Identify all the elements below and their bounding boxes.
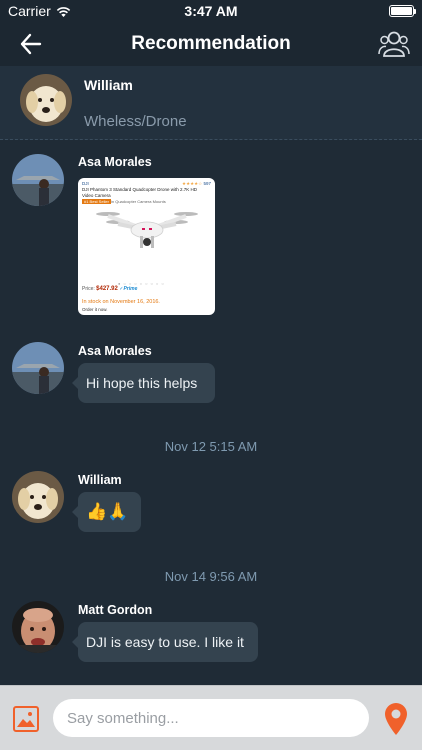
drone-image	[96, 212, 198, 248]
message-bubble[interactable]: Hi hope this helps	[72, 363, 215, 403]
timestamp: Nov 12 5:15 AM	[164, 439, 258, 454]
avatar[interactable]	[12, 601, 64, 653]
wifi-icon	[56, 6, 70, 17]
message-input[interactable]	[53, 699, 369, 737]
product-title: DJI Phantom 3 Standard Quadcopter Drone …	[82, 187, 198, 198]
location-pin-icon[interactable]	[383, 702, 409, 736]
message-sender: William	[78, 473, 122, 487]
message-bubble[interactable]: DJI is easy to use. I like it	[72, 622, 258, 662]
product-price: $427.92	[96, 286, 118, 292]
battery-icon	[389, 5, 416, 17]
group-icon[interactable]	[378, 30, 410, 58]
message-sender: Matt Gordon	[78, 603, 153, 617]
recommendation-user-name: William	[84, 77, 133, 93]
product-price-row: Price: $427.92 ✓Prime	[82, 286, 138, 292]
star-rating-icon: ★★★★☆	[182, 181, 203, 186]
avatar[interactable]	[12, 342, 64, 394]
best-seller-badge: #1 Best Seller	[82, 199, 111, 204]
avatar[interactable]	[20, 74, 72, 126]
image-icon[interactable]	[13, 706, 39, 732]
message-bubble[interactable]: 👍🙏	[72, 492, 141, 532]
product-category: in Quadcopter Camera Mounts	[111, 199, 166, 204]
product-stock: In stock on November 16, 2016.	[82, 299, 160, 305]
nav-bar: Recommendation	[0, 22, 422, 66]
carrier-label: Carrier	[8, 3, 51, 19]
message-sender: Asa Morales	[78, 344, 152, 358]
product-order: Order it now.	[82, 307, 108, 312]
recommendation-header[interactable]: William Wheless/Drone	[0, 66, 422, 140]
message-input-bar	[0, 685, 422, 750]
prime-badge: ✓Prime	[119, 286, 138, 292]
timestamp: Nov 14 9:56 AM	[164, 569, 258, 584]
page-title: Recommendation	[131, 33, 291, 54]
avatar[interactable]	[12, 471, 64, 523]
avatar[interactable]	[12, 154, 64, 206]
status-bar: Carrier 3:47 AM	[0, 0, 422, 22]
message-sender: Asa Morales	[78, 155, 152, 169]
recommendation-category: Wheless/Drone	[84, 113, 187, 130]
arrow-left-icon[interactable]	[18, 31, 44, 57]
product-rating-count: 597	[203, 181, 211, 186]
product-card[interactable]: DJI ★★★★☆ 597 DJI Phantom 3 Standard Qua…	[78, 178, 215, 315]
